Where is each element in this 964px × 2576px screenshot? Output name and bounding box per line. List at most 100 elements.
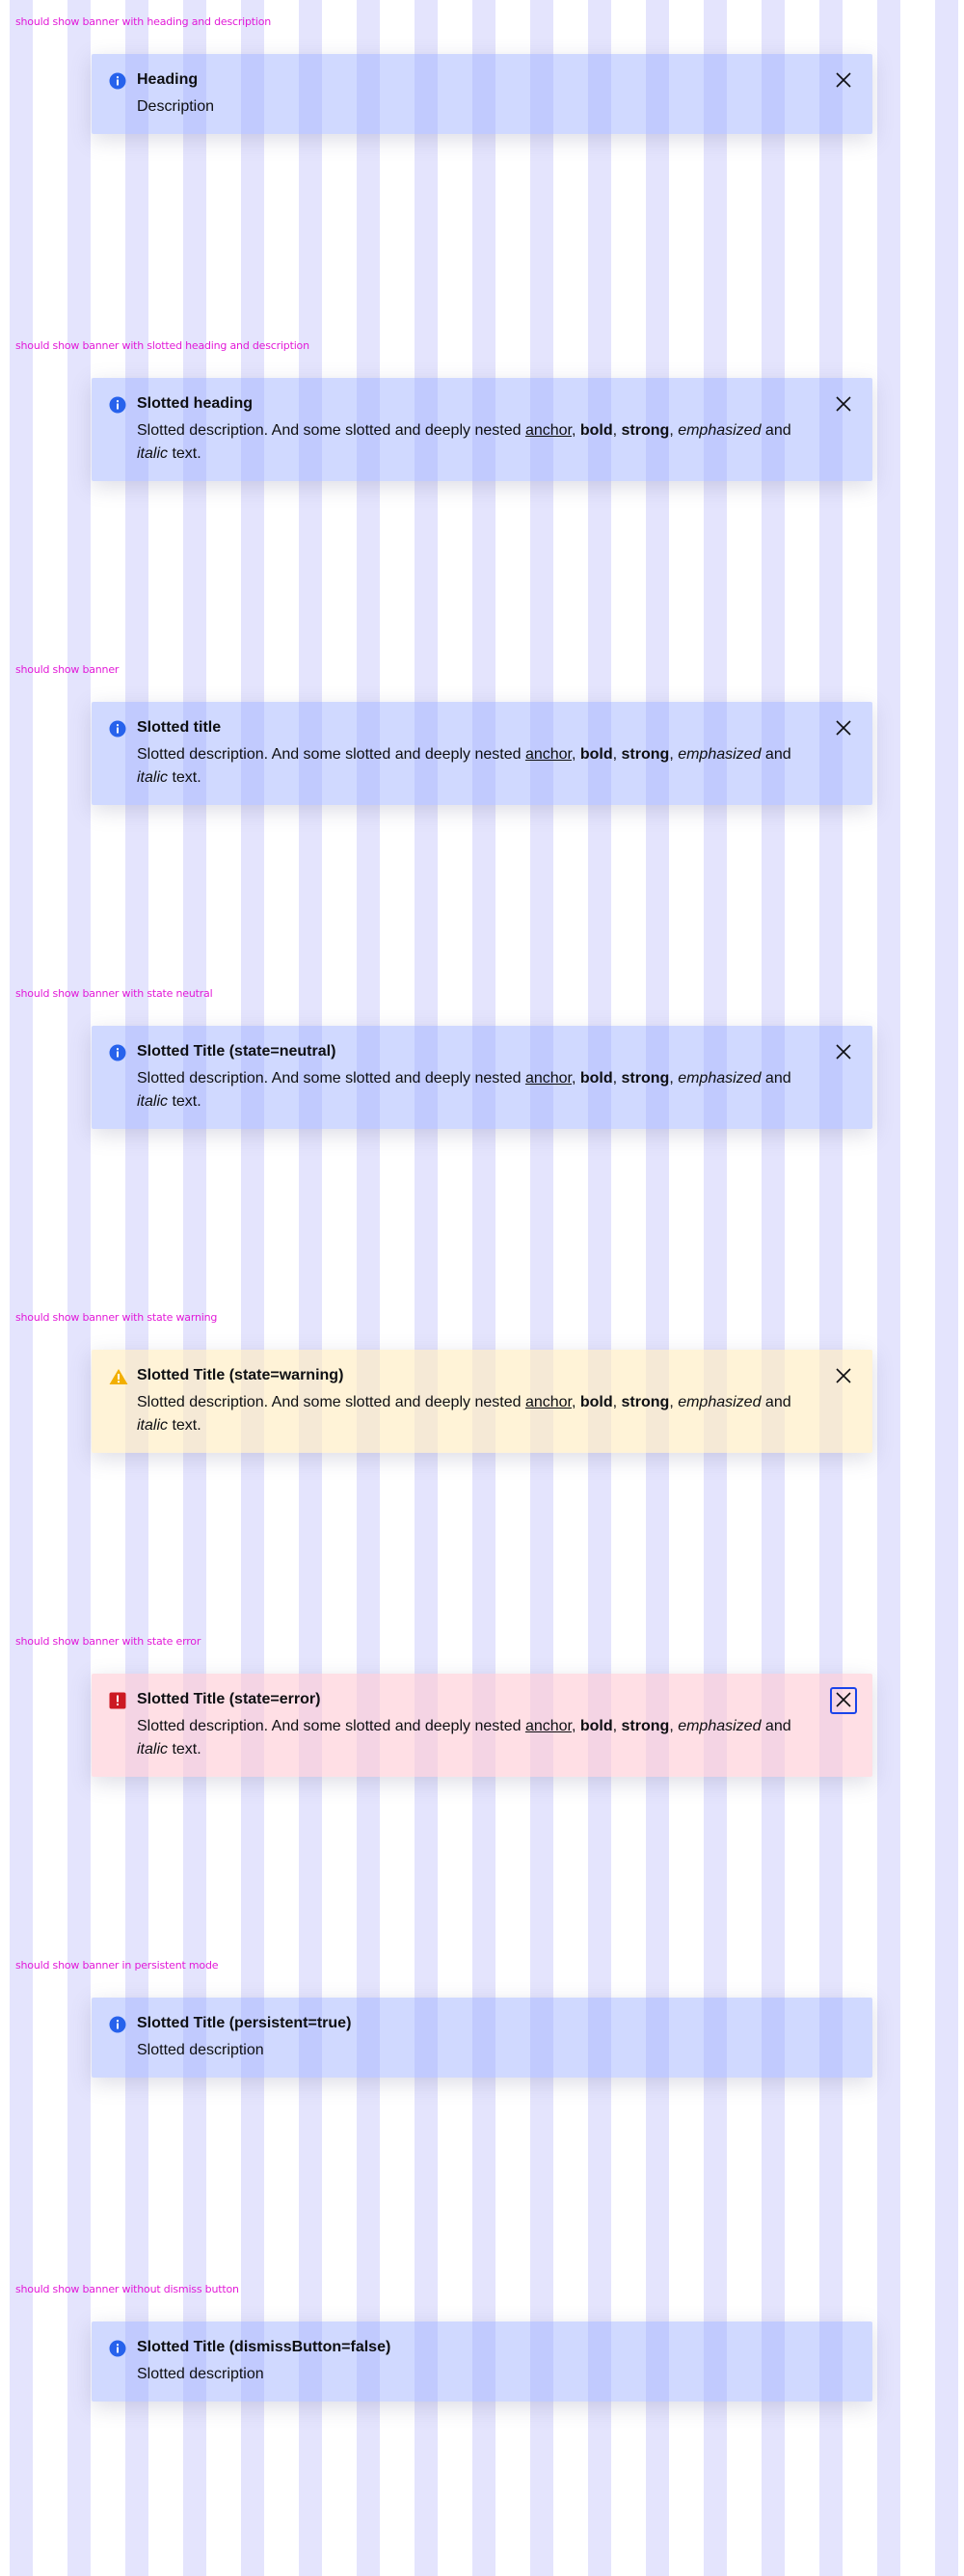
description-text: , (669, 1718, 679, 1734)
description-text: , (571, 422, 580, 439)
test-case-label: should show banner without dismiss butto… (15, 2283, 239, 2295)
description-anchor-link[interactable]: anchor (525, 1070, 572, 1087)
error-icon (109, 1692, 126, 1709)
description-text: , (571, 1718, 580, 1734)
banner: Slotted Title (state=warning) Slotted de… (92, 1350, 872, 1453)
description-text: , (612, 1718, 622, 1734)
banner: Heading Description (92, 54, 872, 134)
description-text: and (761, 1394, 791, 1410)
banner-description: Slotted description. And some slotted an… (137, 419, 805, 466)
description-strong: strong (621, 746, 670, 763)
banner-description: Slotted description (137, 2366, 264, 2382)
banner-description: Slotted description. And some slotted an… (137, 1391, 805, 1437)
description-text: , (669, 1394, 679, 1410)
test-case-label: should show banner with slotted heading … (15, 339, 309, 352)
banner-heading: Slotted Title (dismissButton=false) (137, 2339, 391, 2355)
dismiss-button[interactable] (830, 715, 857, 742)
close-icon (834, 1690, 853, 1712)
description-text: Slotted description. And some slotted an… (137, 1394, 525, 1410)
description-bold: bold (579, 746, 613, 763)
description-text: , (669, 422, 679, 439)
banner-heading: Slotted Title (state=neutral) (137, 1043, 336, 1060)
dismiss-button[interactable] (830, 1039, 857, 1066)
close-icon (834, 70, 853, 93)
description-text: Slotted description. And some slotted an… (137, 1718, 525, 1734)
description-anchor-link[interactable]: anchor (525, 746, 572, 763)
description-text: and (761, 422, 791, 439)
information-icon (109, 2340, 126, 2357)
banner-heading: Slotted Title (persistent=true) (137, 2015, 352, 2031)
banner-description: Description (137, 98, 215, 115)
description-text: text. (168, 445, 201, 462)
description-anchor-link[interactable]: anchor (525, 422, 572, 439)
description-italic: italic (137, 1093, 169, 1110)
description-text: , (669, 746, 679, 763)
banner: Slotted title Slotted description. And s… (92, 702, 872, 805)
description-text: and (761, 746, 791, 763)
description-text: , (571, 1394, 580, 1410)
banner-description: Slotted description. And some slotted an… (137, 1067, 805, 1114)
dismiss-button[interactable] (830, 1687, 857, 1714)
banner-description: Slotted description. And some slotted an… (137, 743, 805, 790)
description-strong: strong (621, 1718, 670, 1734)
description-italic: italic (137, 445, 169, 462)
close-icon (834, 1366, 853, 1388)
warning-icon (109, 1368, 128, 1385)
description-italic: italic (137, 769, 169, 786)
test-case-label: should show banner (15, 663, 120, 676)
information-icon (109, 2016, 126, 2033)
banner-heading: Slotted Title (state=error) (137, 1691, 321, 1707)
description-text: , (669, 1070, 679, 1087)
description-anchor-link[interactable]: anchor (525, 1394, 572, 1410)
description-strong: strong (621, 1070, 670, 1087)
description-italic: italic (137, 1741, 169, 1758)
description-emphasized: emphasized (678, 746, 762, 763)
banner-heading: Heading (137, 71, 199, 88)
banner-heading: Slotted Title (state=warning) (137, 1367, 344, 1383)
banner: Slotted Title (state=neutral) Slotted de… (92, 1026, 872, 1129)
banner: Slotted heading Slotted description. And… (92, 378, 872, 481)
close-icon (834, 1042, 853, 1064)
banner: Slotted Title (persistent=true) Slotted … (92, 1998, 872, 2078)
description-text: , (571, 746, 580, 763)
description-bold: bold (579, 1070, 613, 1087)
description-text: , (612, 1070, 622, 1087)
description-text: , (612, 422, 622, 439)
test-case-label: should show banner with state warning (15, 1311, 218, 1324)
description-text: Slotted description. And some slotted an… (137, 422, 525, 439)
information-icon (109, 1044, 126, 1061)
description-text: Slotted description. And some slotted an… (137, 746, 525, 763)
description-text: Slotted description. And some slotted an… (137, 1070, 525, 1087)
banner-description: Slotted description. And some slotted an… (137, 1715, 805, 1761)
description-anchor-link[interactable]: anchor (525, 1718, 572, 1734)
banner-description: Slotted description (137, 2042, 264, 2058)
banner: Slotted Title (state=error) Slotted desc… (92, 1674, 872, 1777)
description-text: and (761, 1070, 791, 1087)
dismiss-button[interactable] (830, 391, 857, 418)
description-strong: strong (621, 1394, 670, 1410)
banner: Slotted Title (dismissButton=false) Slot… (92, 2321, 872, 2402)
test-case-label: should show banner with state error (15, 1635, 201, 1648)
description-text: text. (168, 1741, 201, 1758)
description-text: text. (168, 769, 201, 786)
information-icon (109, 720, 126, 738)
dismiss-button[interactable] (830, 67, 857, 94)
description-emphasized: emphasized (678, 1070, 762, 1087)
test-case-label: should show banner with heading and desc… (15, 15, 272, 28)
description-bold: bold (579, 422, 613, 439)
dismiss-button[interactable] (830, 1363, 857, 1390)
description-text: , (612, 746, 622, 763)
description-emphasized: emphasized (678, 1718, 762, 1734)
description-emphasized: emphasized (678, 1394, 762, 1410)
test-case-label: should show banner in persistent mode (15, 1959, 219, 1972)
description-text: text. (168, 1093, 201, 1110)
close-icon (834, 394, 853, 416)
information-icon (109, 72, 126, 90)
description-text: text. (168, 1417, 201, 1434)
description-emphasized: emphasized (678, 422, 762, 439)
description-strong: strong (621, 422, 670, 439)
description-bold: bold (579, 1718, 613, 1734)
banner-heading: Slotted heading (137, 395, 253, 412)
description-bold: bold (579, 1394, 613, 1410)
description-text: and (761, 1718, 791, 1734)
